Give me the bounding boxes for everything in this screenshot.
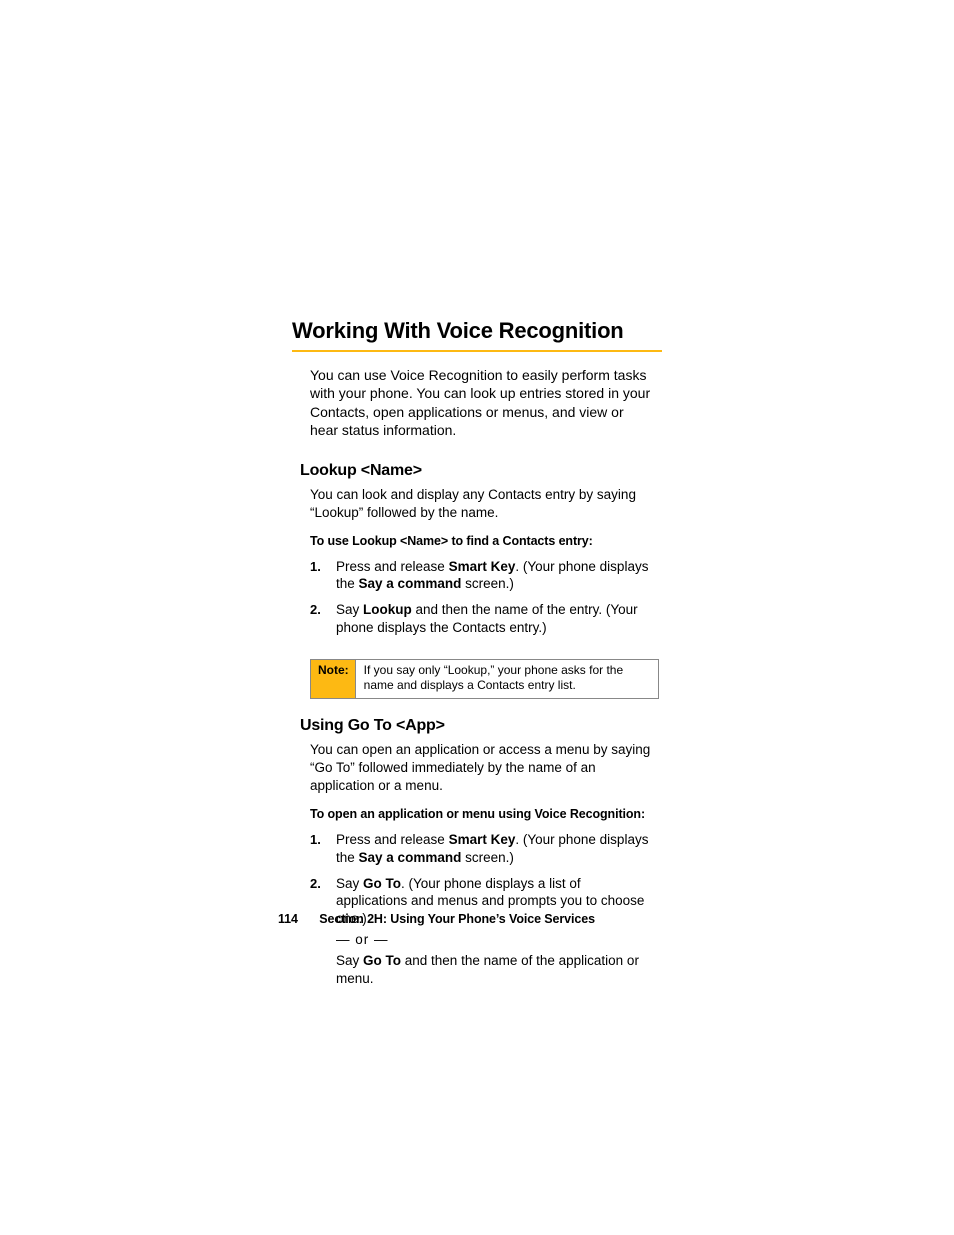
goto-keyword: Go To	[363, 876, 401, 891]
section-goto-lead: To open an application or menu using Voi…	[310, 807, 655, 821]
page: Working With Voice Recognition You can u…	[0, 0, 954, 1235]
note-body: If you say only “Lookup,” your phone ask…	[356, 660, 658, 699]
step-text: Say	[336, 602, 363, 617]
say-a-command-label: Say a command	[359, 850, 462, 865]
intro-paragraph: You can use Voice Recognition to easily …	[310, 366, 655, 440]
step-text: screen.)	[461, 576, 514, 591]
page-footer: 114 Section 2H: Using Your Phone’s Voice…	[278, 912, 595, 926]
step-text: Press and release	[336, 559, 449, 574]
section-lookup-steps: Press and release Smart Key. (Your phone…	[310, 558, 655, 645]
step-text: screen.)	[461, 850, 514, 865]
list-item: Press and release Smart Key. (Your phone…	[310, 831, 655, 875]
smart-key-label: Smart Key	[449, 832, 516, 847]
title-rule	[292, 350, 662, 352]
or-separator: — or —	[336, 931, 655, 949]
note-label: Note:	[311, 660, 356, 699]
list-item: Say Go To. (Your phone displays a list o…	[310, 875, 655, 996]
list-item: Press and release Smart Key. (Your phone…	[310, 558, 655, 602]
step-text: Say	[336, 953, 363, 968]
section-goto-para: You can open an application or access a …	[310, 741, 655, 794]
section-goto-title: Using Go To <App>	[300, 717, 664, 735]
footer-caption: Section 2H: Using Your Phone’s Voice Ser…	[319, 912, 595, 926]
note-box: Note: If you say only “Lookup,” your pho…	[310, 659, 659, 700]
smart-key-label: Smart Key	[449, 559, 516, 574]
page-number: 114	[278, 912, 298, 926]
section-lookup-para: You can look and display any Contacts en…	[310, 486, 655, 522]
say-a-command-label: Say a command	[359, 576, 462, 591]
step-text: Say	[336, 876, 363, 891]
goto-keyword: Go To	[363, 953, 401, 968]
list-item: Say Lookup and then the name of the entr…	[310, 601, 655, 645]
lookup-keyword: Lookup	[363, 602, 412, 617]
page-title: Working With Voice Recognition	[292, 318, 664, 344]
section-lookup-lead: To use Lookup <Name> to find a Contacts …	[310, 534, 655, 548]
step-text: Press and release	[336, 832, 449, 847]
section-lookup-title: Lookup <Name>	[300, 462, 664, 480]
